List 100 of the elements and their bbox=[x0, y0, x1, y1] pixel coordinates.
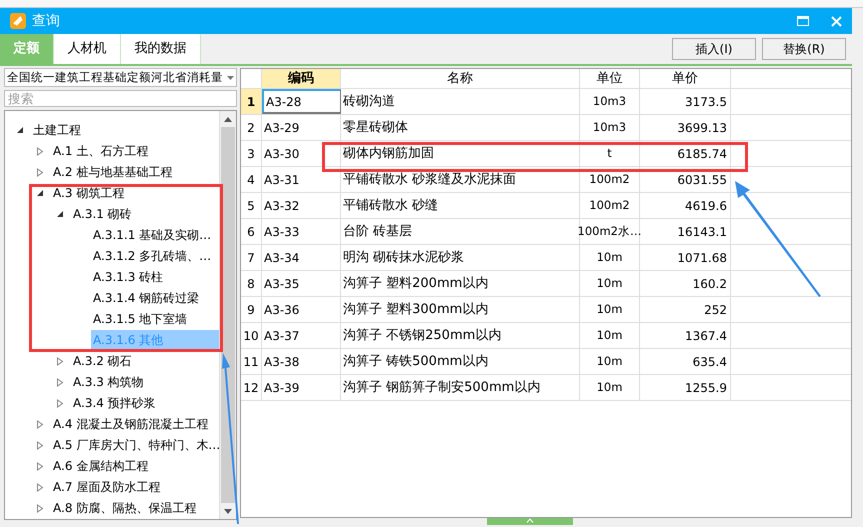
table-cell: 10m3 bbox=[580, 115, 640, 140]
collapsed-triangle-icon[interactable] bbox=[36, 462, 44, 472]
row-number[interactable]: 11 bbox=[241, 349, 262, 374]
table-cell: 明沟 砌砖抹水泥砂浆 bbox=[341, 245, 580, 270]
table-cell: 635.4 bbox=[640, 349, 731, 374]
tree-item[interactable]: A.6 金属结构工程 bbox=[51, 456, 150, 478]
collapsed-triangle-icon[interactable] bbox=[56, 399, 64, 408]
row-number[interactable]: 10 bbox=[241, 323, 262, 348]
tree-item[interactable]: A.7 屋面及防水工程 bbox=[51, 477, 162, 498]
row-number[interactable]: 7 bbox=[241, 245, 262, 270]
dropdown-caret-icon bbox=[227, 76, 234, 80]
tree-item[interactable]: A.3.1.3 砖柱 bbox=[91, 267, 166, 288]
collapsed-triangle-icon[interactable] bbox=[36, 504, 44, 514]
library-select[interactable]: 全国统一建筑工程基础定额河北省消耗量 bbox=[4, 68, 237, 88]
table-cell: 252 bbox=[640, 297, 731, 322]
collapsed-triangle-icon[interactable] bbox=[36, 147, 44, 156]
row-number[interactable]: 12 bbox=[241, 375, 262, 400]
tree-item[interactable]: A.3 砌筑工程 bbox=[51, 183, 126, 204]
table-cell: 10m bbox=[580, 349, 640, 374]
table-cell: 1367.4 bbox=[640, 323, 731, 348]
table-cell: A3-37 bbox=[262, 323, 341, 348]
table-cell: A3-39 bbox=[262, 375, 341, 400]
collapse-handle[interactable] bbox=[487, 518, 573, 525]
table-cell: A3-35 bbox=[262, 271, 341, 296]
table-cell: A3-33 bbox=[262, 219, 341, 244]
table-cell: 平铺砖散水 砂缝 bbox=[341, 193, 580, 218]
tree-item[interactable]: A.8 防腐、隔热、保温工程 bbox=[51, 498, 198, 520]
scroll-up-icon[interactable] bbox=[224, 116, 232, 122]
table-cell: 沟箅子 不锈钢250mm以内 bbox=[341, 323, 580, 348]
tree-item[interactable]: A.1 土、石方工程 bbox=[51, 141, 150, 162]
table-cell: 沟箅子 塑料300mm以内 bbox=[341, 297, 580, 322]
table-cell: A3-34 bbox=[262, 245, 341, 270]
row-number[interactable]: 5 bbox=[241, 193, 262, 218]
table-cell: 台阶 砖基层 bbox=[341, 219, 580, 244]
row-number[interactable]: 4 bbox=[241, 167, 262, 192]
collapsed-triangle-icon[interactable] bbox=[56, 378, 64, 388]
table-cell: A3-28 bbox=[262, 89, 341, 114]
tree-item[interactable]: A.3.3 构筑物 bbox=[71, 372, 146, 394]
table-cell: 10m bbox=[580, 297, 640, 322]
tree-item[interactable]: A.3.1.5 地下室墙 bbox=[91, 309, 190, 330]
column-header[interactable]: 编码 bbox=[262, 69, 341, 88]
tree-item[interactable]: A.5 厂库房大门、特种门、木… bbox=[51, 435, 219, 456]
table-cell: A3-30 bbox=[262, 141, 341, 166]
table-cell: 沟箅子 塑料200mm以内 bbox=[341, 271, 580, 296]
toolbar-button[interactable]: 替换(R) bbox=[762, 38, 846, 60]
table-cell: 3699.13 bbox=[640, 115, 731, 140]
table-cell: t bbox=[580, 141, 640, 166]
row-number[interactable]: 1 bbox=[241, 89, 262, 114]
tree-item[interactable]: A.3.2 砌石 bbox=[71, 351, 134, 372]
collapsed-triangle-icon[interactable] bbox=[36, 420, 44, 430]
table-cell: 砖砌沟道 bbox=[341, 89, 580, 114]
table-cell: 100m2水… bbox=[580, 219, 640, 244]
table-cell: 10m bbox=[580, 375, 640, 400]
table-cell: 沟箅子 铸铁500mm以内 bbox=[341, 349, 580, 374]
tab[interactable]: 人材机 bbox=[54, 34, 121, 64]
table-cell: A3-29 bbox=[262, 115, 341, 140]
tree-item[interactable]: A.3.1.1 基础及实砌… bbox=[91, 225, 214, 246]
collapsed-triangle-icon[interactable] bbox=[36, 483, 44, 492]
table-cell: A3-32 bbox=[262, 193, 341, 218]
row-number[interactable]: 9 bbox=[241, 297, 262, 322]
table-cell: 6031.55 bbox=[640, 167, 731, 192]
app-logo-icon bbox=[10, 13, 26, 29]
tree-item[interactable]: A.4 混凝土及钢筋混凝土工程 bbox=[51, 414, 210, 436]
collapsed-triangle-icon[interactable] bbox=[36, 441, 44, 450]
table-cell: 10m bbox=[580, 271, 640, 296]
search-field[interactable]: 搜索 bbox=[4, 90, 237, 108]
table-cell: 100m2 bbox=[580, 193, 640, 218]
tree-item[interactable]: A.3.1.4 钢筋砖过梁 bbox=[91, 288, 202, 310]
collapsed-triangle-icon[interactable] bbox=[36, 168, 44, 178]
table-cell: 砌体内钢筋加固 bbox=[341, 141, 580, 166]
table-cell: 平铺砖散水 砂浆缝及水泥抹面 bbox=[341, 167, 580, 192]
table-cell: 4619.6 bbox=[640, 193, 731, 218]
maximize-icon[interactable] bbox=[797, 16, 809, 26]
tree-item[interactable]: A.3.1 砌砖 bbox=[71, 204, 134, 226]
scroll-down-icon[interactable] bbox=[224, 508, 232, 514]
row-number[interactable]: 3 bbox=[241, 141, 262, 166]
table-cell: A3-38 bbox=[262, 349, 341, 374]
tree-item[interactable]: A.3.4 预拌砂浆 bbox=[71, 393, 158, 414]
row-number[interactable]: 2 bbox=[241, 115, 262, 140]
table-cell: 100m2 bbox=[580, 167, 640, 192]
toolbar-button[interactable]: 插入(I) bbox=[672, 38, 756, 60]
table-cell: 零星砖砌体 bbox=[341, 115, 580, 140]
table-cell: 10m bbox=[580, 323, 640, 348]
tab[interactable]: 我的数据 bbox=[121, 34, 201, 64]
close-icon[interactable] bbox=[831, 16, 842, 26]
table-cell: 沟箅子 钢筋箅子制安500mm以内 bbox=[341, 375, 580, 400]
table-cell: 6185.74 bbox=[640, 141, 731, 166]
table-cell: A3-31 bbox=[262, 167, 341, 192]
tree-item[interactable]: A.3.1.2 多孔砖墙、… bbox=[91, 246, 214, 268]
table-cell: 3173.5 bbox=[640, 89, 731, 114]
table-cell: 10m3 bbox=[580, 89, 640, 114]
collapsed-triangle-icon[interactable] bbox=[56, 357, 64, 366]
row-number[interactable]: 8 bbox=[241, 271, 262, 296]
expanded-triangle-icon[interactable] bbox=[36, 189, 44, 198]
tree-item[interactable]: 土建工程 bbox=[31, 120, 83, 142]
row-number[interactable]: 6 bbox=[241, 219, 262, 244]
expanded-triangle-icon[interactable] bbox=[16, 126, 24, 136]
tree-item[interactable]: A.2 桩与地基基础工程 bbox=[51, 162, 174, 184]
expanded-triangle-icon[interactable] bbox=[56, 210, 64, 220]
table-cell: 10m bbox=[580, 245, 640, 270]
